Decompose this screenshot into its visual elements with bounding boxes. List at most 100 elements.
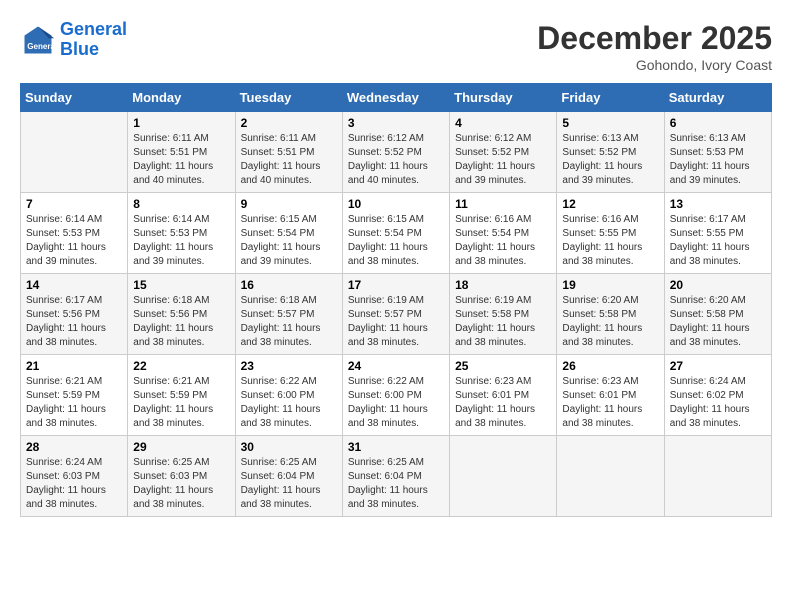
- day-info: Sunrise: 6:20 AMSunset: 5:58 PMDaylight:…: [670, 294, 766, 350]
- day-number: 11: [455, 197, 551, 211]
- day-info: Sunrise: 6:11 AMSunset: 5:51 PMDaylight:…: [133, 132, 229, 188]
- day-number: 27: [670, 359, 766, 373]
- day-number: 19: [562, 278, 658, 292]
- day-number: 21: [26, 359, 122, 373]
- day-info: Sunrise: 6:20 AMSunset: 5:58 PMDaylight:…: [562, 294, 658, 350]
- page-header: General General Blue December 2025 Gohon…: [20, 20, 772, 73]
- day-number: 10: [348, 197, 444, 211]
- day-cell: 18 Sunrise: 6:19 AMSunset: 5:58 PMDayligh…: [450, 274, 557, 355]
- day-info: Sunrise: 6:13 AMSunset: 5:52 PMDaylight:…: [562, 132, 658, 188]
- day-cell: 17 Sunrise: 6:19 AMSunset: 5:57 PMDayligh…: [342, 274, 449, 355]
- day-cell: 31Sunrise: 6:25 AMSunset: 6:04 PMDayligh…: [342, 436, 449, 517]
- day-number: 18: [455, 278, 551, 292]
- day-cell: 10 Sunrise: 6:15 AMSunset: 5:54 PMDayligh…: [342, 193, 449, 274]
- day-info: Sunrise: 6:17 AMSunset: 5:55 PMDaylight:…: [670, 213, 766, 269]
- weekday-header-thursday: Thursday: [450, 84, 557, 112]
- day-info: Sunrise: 6:17 AMSunset: 5:56 PMDaylight:…: [26, 294, 122, 350]
- day-cell: 16Sunrise: 6:18 AMSunset: 5:57 PMDayligh…: [235, 274, 342, 355]
- day-info: Sunrise: 6:21 AMSunset: 5:59 PMDaylight:…: [26, 375, 122, 431]
- day-number: 15: [133, 278, 229, 292]
- week-row-2: 7 Sunrise: 6:14 AMSunset: 5:53 PMDaylight…: [21, 193, 772, 274]
- day-cell: 28 Sunrise: 6:24 AMSunset: 6:03 PMDayligh…: [21, 436, 128, 517]
- month-title: December 2025: [537, 20, 772, 57]
- day-info: Sunrise: 6:23 AMSunset: 6:01 PMDaylight:…: [455, 375, 551, 431]
- day-cell: 7Sunrise: 6:14 AMSunset: 5:53 PMDaylight…: [21, 193, 128, 274]
- day-number: 28: [26, 440, 122, 454]
- day-info: Sunrise: 6:16 AMSunset: 5:55 PMDaylight:…: [562, 213, 658, 269]
- day-cell: 3 Sunrise: 6:12 AMSunset: 5:52 PMDaylight…: [342, 112, 449, 193]
- svg-text:General: General: [27, 42, 56, 51]
- day-cell: 13 Sunrise: 6:17 AMSunset: 5:55 PMDayligh…: [664, 193, 771, 274]
- day-info: Sunrise: 6:19 AMSunset: 5:57 PMDaylight:…: [348, 294, 444, 350]
- location: Gohondo, Ivory Coast: [537, 57, 772, 73]
- day-number: 8: [133, 197, 229, 211]
- day-info: Sunrise: 6:19 AMSunset: 5:58 PMDaylight:…: [455, 294, 551, 350]
- day-number: 1: [133, 116, 229, 130]
- day-cell: 30 Sunrise: 6:25 AMSunset: 6:04 PMDayligh…: [235, 436, 342, 517]
- day-cell: 23Sunrise: 6:22 AMSunset: 6:00 PMDayligh…: [235, 355, 342, 436]
- weekday-header-saturday: Saturday: [664, 84, 771, 112]
- day-cell: [21, 112, 128, 193]
- day-info: Sunrise: 6:24 AMSunset: 6:02 PMDaylight:…: [670, 375, 766, 431]
- weekday-header-sunday: Sunday: [21, 84, 128, 112]
- day-info: Sunrise: 6:11 AMSunset: 5:51 PMDaylight:…: [241, 132, 337, 188]
- day-cell: 25Sunrise: 6:23 AMSunset: 6:01 PMDayligh…: [450, 355, 557, 436]
- logo: General General Blue: [20, 20, 127, 60]
- day-number: 31: [348, 440, 444, 454]
- day-info: Sunrise: 6:25 AMSunset: 6:03 PMDaylight:…: [133, 456, 229, 512]
- day-cell: 27 Sunrise: 6:24 AMSunset: 6:02 PMDayligh…: [664, 355, 771, 436]
- day-info: Sunrise: 6:12 AMSunset: 5:52 PMDaylight:…: [455, 132, 551, 188]
- day-number: 6: [670, 116, 766, 130]
- day-number: 17: [348, 278, 444, 292]
- day-cell: 1 Sunrise: 6:11 AMSunset: 5:51 PMDaylight…: [128, 112, 235, 193]
- day-number: 12: [562, 197, 658, 211]
- day-cell: 15 Sunrise: 6:18 AMSunset: 5:56 PMDayligh…: [128, 274, 235, 355]
- day-cell: 2 Sunrise: 6:11 AMSunset: 5:51 PMDaylight…: [235, 112, 342, 193]
- day-number: 24: [348, 359, 444, 373]
- day-number: 26: [562, 359, 658, 373]
- day-cell: 24 Sunrise: 6:22 AMSunset: 6:00 PMDayligh…: [342, 355, 449, 436]
- day-cell: 8 Sunrise: 6:14 AMSunset: 5:53 PMDaylight…: [128, 193, 235, 274]
- day-cell: [664, 436, 771, 517]
- week-row-4: 21 Sunrise: 6:21 AMSunset: 5:59 PMDayligh…: [21, 355, 772, 436]
- logo-text: General Blue: [60, 20, 127, 60]
- day-number: 4: [455, 116, 551, 130]
- day-number: 3: [348, 116, 444, 130]
- day-info: Sunrise: 6:14 AMSunset: 5:53 PMDaylight:…: [133, 213, 229, 269]
- day-number: 5: [562, 116, 658, 130]
- day-info: Sunrise: 6:12 AMSunset: 5:52 PMDaylight:…: [348, 132, 444, 188]
- day-cell: 5 Sunrise: 6:13 AMSunset: 5:52 PMDaylight…: [557, 112, 664, 193]
- day-cell: 19 Sunrise: 6:20 AMSunset: 5:58 PMDayligh…: [557, 274, 664, 355]
- week-row-5: 28 Sunrise: 6:24 AMSunset: 6:03 PMDayligh…: [21, 436, 772, 517]
- day-cell: 6Sunrise: 6:13 AMSunset: 5:53 PMDaylight…: [664, 112, 771, 193]
- day-cell: 14 Sunrise: 6:17 AMSunset: 5:56 PMDayligh…: [21, 274, 128, 355]
- day-info: Sunrise: 6:22 AMSunset: 6:00 PMDaylight:…: [348, 375, 444, 431]
- day-info: Sunrise: 6:24 AMSunset: 6:03 PMDaylight:…: [26, 456, 122, 512]
- day-number: 14: [26, 278, 122, 292]
- day-cell: [450, 436, 557, 517]
- day-cell: 21 Sunrise: 6:21 AMSunset: 5:59 PMDayligh…: [21, 355, 128, 436]
- day-cell: 12 Sunrise: 6:16 AMSunset: 5:55 PMDayligh…: [557, 193, 664, 274]
- day-cell: 26Sunrise: 6:23 AMSunset: 6:01 PMDayligh…: [557, 355, 664, 436]
- day-cell: 11Sunrise: 6:16 AMSunset: 5:54 PMDayligh…: [450, 193, 557, 274]
- day-cell: 29 Sunrise: 6:25 AMSunset: 6:03 PMDayligh…: [128, 436, 235, 517]
- day-info: Sunrise: 6:22 AMSunset: 6:00 PMDaylight:…: [241, 375, 337, 431]
- weekday-header-row: SundayMondayTuesdayWednesdayThursdayFrid…: [21, 84, 772, 112]
- day-info: Sunrise: 6:18 AMSunset: 5:56 PMDaylight:…: [133, 294, 229, 350]
- day-cell: [557, 436, 664, 517]
- day-number: 7: [26, 197, 122, 211]
- day-number: 2: [241, 116, 337, 130]
- day-info: Sunrise: 6:18 AMSunset: 5:57 PMDaylight:…: [241, 294, 337, 350]
- logo-icon: General: [20, 22, 56, 58]
- day-info: Sunrise: 6:15 AMSunset: 5:54 PMDaylight:…: [348, 213, 444, 269]
- day-info: Sunrise: 6:25 AMSunset: 6:04 PMDaylight:…: [241, 456, 337, 512]
- day-cell: 9Sunrise: 6:15 AMSunset: 5:54 PMDaylight…: [235, 193, 342, 274]
- day-number: 22: [133, 359, 229, 373]
- weekday-header-wednesday: Wednesday: [342, 84, 449, 112]
- day-info: Sunrise: 6:21 AMSunset: 5:59 PMDaylight:…: [133, 375, 229, 431]
- day-number: 13: [670, 197, 766, 211]
- day-number: 9: [241, 197, 337, 211]
- day-number: 29: [133, 440, 229, 454]
- day-number: 20: [670, 278, 766, 292]
- day-number: 30: [241, 440, 337, 454]
